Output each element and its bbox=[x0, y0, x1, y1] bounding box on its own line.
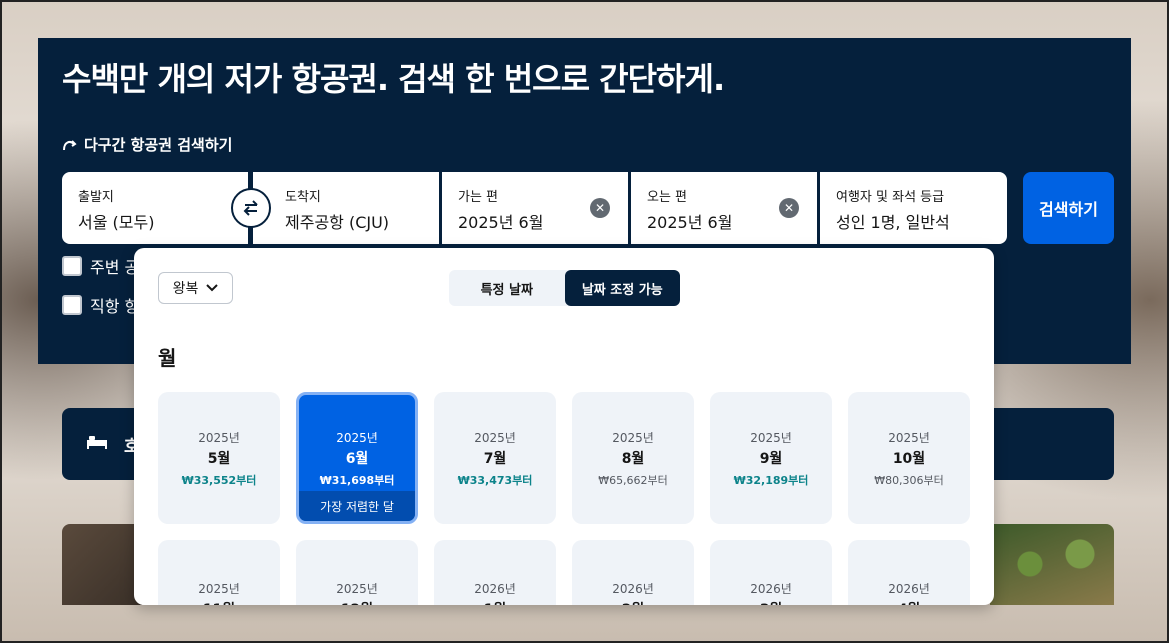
travelers-field[interactable]: 여행자 및 좌석 등급 성인 1명, 일반석 bbox=[820, 172, 1007, 244]
chevron-down-icon bbox=[206, 284, 219, 292]
month-card[interactable]: 2025년 10월 ₩80,306부터 bbox=[848, 392, 970, 524]
multi-city-label: 다구간 항공권 검색하기 bbox=[84, 136, 233, 154]
month-card[interactable]: 2026년 4월 bbox=[848, 540, 970, 605]
date-mode-toggle: 특정 날짜 날짜 조정 가능 bbox=[449, 270, 680, 306]
month-card-year: 2025년 bbox=[198, 582, 240, 596]
month-card-price: ₩32,189부터 bbox=[733, 473, 809, 487]
date-picker-popup: 왕복 특정 날짜 날짜 조정 가능 월 2025년 5월 ₩33,552부터 2025… bbox=[134, 248, 994, 605]
month-card-month: 10월 bbox=[892, 450, 926, 467]
month-card-price: ₩80,306부터 bbox=[874, 473, 944, 487]
month-card-year: 2026년 bbox=[750, 582, 792, 596]
depart-label: 가는 편 bbox=[458, 190, 499, 205]
month-card-month: 3월 bbox=[760, 599, 783, 605]
month-card-month: 9월 bbox=[759, 450, 783, 467]
month-card-year: 2025년 bbox=[888, 430, 930, 445]
bed-icon bbox=[87, 436, 107, 449]
month-card[interactable]: 2025년 8월 ₩65,662부터 bbox=[572, 392, 694, 524]
month-card-year: 2025년 bbox=[336, 431, 378, 445]
depart-field[interactable]: 가는 편 2025년 6월 ✕ bbox=[442, 172, 628, 244]
month-card-year: 2025년 bbox=[198, 430, 240, 445]
direct-flights-label: 직항 항 bbox=[90, 297, 140, 316]
month-card[interactable]: 2025년 5월 ₩33,552부터 bbox=[158, 392, 280, 524]
month-card[interactable]: 2026년 1월 bbox=[434, 540, 556, 605]
tab-flexible-dates[interactable]: 날짜 조정 가능 bbox=[564, 270, 680, 306]
month-card-month: 2월 bbox=[622, 599, 645, 605]
search-button[interactable]: 검색하기 bbox=[1023, 172, 1114, 244]
multi-city-link[interactable]: 다구간 항공권 검색하기 bbox=[62, 134, 232, 155]
month-card-price: ₩31,698부터 bbox=[319, 474, 395, 487]
destination-value: 제주공항 (CJU) bbox=[285, 213, 390, 232]
month-section-title: 월 bbox=[158, 346, 177, 370]
swap-arrows-icon bbox=[243, 200, 258, 216]
month-card[interactable]: 2026년 2월 bbox=[572, 540, 694, 605]
nearby-airports-label: 주변 공 bbox=[90, 258, 140, 277]
trip-type-value: 왕복 bbox=[172, 281, 199, 297]
multi-city-icon bbox=[63, 139, 77, 150]
destination-field[interactable]: 도착지 제주공항 (CJU) bbox=[253, 172, 439, 244]
direct-flights-checkbox[interactable]: 직항 항 bbox=[62, 293, 139, 317]
nearby-airports-checkbox[interactable]: 주변 공 bbox=[62, 254, 139, 278]
month-card-year: 2026년 bbox=[612, 582, 654, 596]
month-card-month: 4월 bbox=[898, 599, 921, 605]
trip-type-select[interactable]: 왕복 bbox=[158, 272, 233, 304]
swap-button[interactable] bbox=[231, 188, 271, 228]
promo-image-right[interactable] bbox=[990, 524, 1114, 605]
month-card-year: 2025년 bbox=[750, 430, 792, 445]
month-card[interactable]: 2026년 3월 bbox=[710, 540, 832, 605]
month-card[interactable]: 2025년 11월 bbox=[158, 540, 280, 605]
destination-label: 도착지 bbox=[285, 190, 321, 205]
month-card-price: ₩33,473부터 bbox=[457, 473, 533, 487]
month-card[interactable]: 2025년 9월 ₩32,189부터 bbox=[710, 392, 832, 524]
tab-specific-dates[interactable]: 특정 날짜 bbox=[449, 270, 565, 306]
month-card-month: 8월 bbox=[621, 450, 645, 467]
origin-value: 서울 (모두) bbox=[78, 213, 155, 232]
month-card-month: 5월 bbox=[207, 450, 231, 467]
checkbox-box[interactable] bbox=[62, 295, 82, 315]
month-card-year: 2025년 bbox=[336, 582, 378, 596]
origin-field[interactable]: 출발지 서울 (모두) bbox=[62, 172, 248, 244]
page-title: 수백만 개의 저가 항공권. 검색 한 번으로 간단하게. bbox=[62, 60, 725, 98]
return-label: 오는 편 bbox=[647, 190, 688, 205]
travelers-value: 성인 1명, 일반석 bbox=[836, 213, 950, 232]
travelers-label: 여행자 및 좌석 등급 bbox=[836, 190, 945, 205]
return-field[interactable]: 오는 편 2025년 6월 ✕ bbox=[631, 172, 817, 244]
month-card-month: 6월 bbox=[345, 451, 369, 467]
promo-image-left[interactable] bbox=[62, 524, 142, 605]
cheapest-month-badge: 가장 저렴한 달 bbox=[299, 491, 415, 521]
return-value: 2025년 6월 bbox=[647, 213, 733, 232]
month-card-month: 11월 bbox=[203, 599, 235, 605]
month-grid: 2025년 5월 ₩33,552부터 2025년 6월 ₩31,698부터가장 저렴한 달… bbox=[158, 392, 970, 605]
month-card-year: 2025년 bbox=[474, 430, 516, 445]
depart-value: 2025년 6월 bbox=[458, 213, 544, 232]
month-card-year: 2025년 bbox=[612, 430, 654, 445]
month-card[interactable]: 2025년 6월 ₩31,698부터가장 저렴한 달 bbox=[296, 392, 418, 524]
month-card-year: 2026년 bbox=[888, 582, 930, 596]
month-card-month: 1월 bbox=[484, 599, 507, 605]
origin-label: 출발지 bbox=[78, 190, 114, 205]
month-card-price: ₩33,552부터 bbox=[181, 473, 257, 487]
month-card-month: 12월 bbox=[341, 599, 373, 605]
month-card[interactable]: 2025년 12월 bbox=[296, 540, 418, 605]
month-card[interactable]: 2025년 7월 ₩33,473부터 bbox=[434, 392, 556, 524]
month-card-month: 7월 bbox=[483, 450, 507, 467]
month-card-price: ₩65,662부터 bbox=[598, 473, 668, 487]
clear-return-icon[interactable]: ✕ bbox=[779, 198, 799, 218]
clear-depart-icon[interactable]: ✕ bbox=[590, 198, 610, 218]
month-card-year: 2026년 bbox=[474, 582, 516, 596]
checkbox-box[interactable] bbox=[62, 256, 82, 276]
